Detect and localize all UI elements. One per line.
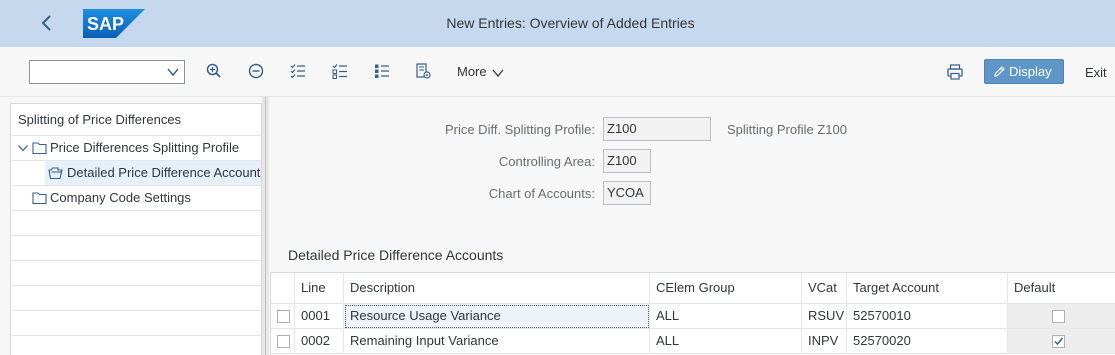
cell-vcat[interactable]: INPV [802,329,847,354]
column-header-vcat[interactable]: VCat [802,273,847,304]
page-title: New Entries: Overview of Added Entries [446,15,695,31]
shell-header: SAP New Entries: Overview of Added Entri… [0,0,1115,47]
zoom-in-icon[interactable] [205,62,223,80]
chevron-down-icon [492,69,504,77]
cell-description[interactable]: Resource Usage Variance [344,304,650,329]
variant-dropdown[interactable] [29,60,185,84]
folder-open-icon [32,142,47,155]
cell-description[interactable]: Remaining Input Variance [344,329,650,354]
tree-item-detailed-accounts[interactable]: Detailed Price Difference Accounts [11,161,261,186]
column-header-line[interactable]: Line [295,273,344,304]
tree-item-splitting-profile[interactable]: Price Differences Splitting Profile [11,136,261,161]
column-header-target-account[interactable]: Target Account [847,273,1008,304]
row-selector[interactable] [271,304,295,329]
cell-default [1008,329,1115,354]
tree-empty-row [11,261,261,286]
cell-target-account[interactable]: 52570010 [847,304,1008,329]
checkmark-icon [1054,337,1064,346]
tree-empty-row [11,236,261,261]
more-label: More [457,64,487,79]
profile-field[interactable]: Z100 [603,117,711,141]
row-selector[interactable] [271,329,295,354]
chart-of-accounts-label: Chart of Accounts: [488,186,595,201]
tree-item-label: Price Differences Splitting Profile [50,140,240,155]
default-checkbox[interactable] [1052,310,1065,323]
accounts-table: Line Description CElem Group VCat Target… [270,272,1115,355]
table-title: Detailed Price Difference Accounts [288,247,504,263]
tree-item-company-code[interactable]: Company Code Settings [11,186,261,211]
row-checkbox[interactable] [277,335,290,348]
cell-celem-group[interactable]: ALL [650,329,802,354]
folder-icon [32,192,47,205]
profile-label: Price Diff. Splitting Profile: [444,122,595,137]
profile-description: Splitting Profile Z100 [727,122,847,137]
cell-default [1008,304,1115,329]
chevron-down-icon[interactable] [166,65,180,79]
column-header-default[interactable]: Default [1008,273,1115,304]
select-all-cell[interactable] [271,273,295,304]
cell-line: 0001 [295,304,344,329]
tree-item-label: Company Code Settings [50,190,191,205]
controlling-area-label: Controlling Area: [498,154,595,169]
collapse-icon[interactable] [247,62,265,80]
tree-empty-row [11,211,261,236]
cell-target-account[interactable]: 52570020 [847,329,1008,354]
settings-icon[interactable] [414,62,432,80]
tree-item-label: Detailed Price Difference Accounts [67,165,261,180]
cell-vcat[interactable]: RSUV [802,304,847,329]
exit-button[interactable]: Exit [1085,65,1107,80]
tree-empty-row [11,286,261,311]
controlling-area-field[interactable]: Z100 [603,149,651,173]
cell-line: 0002 [295,329,344,354]
chevron-down-icon[interactable] [17,142,29,154]
display-label: Display [1009,64,1052,79]
more-menu[interactable]: More [457,64,504,79]
select-all-icon[interactable] [289,62,307,80]
tree-empty-row [11,311,261,336]
list-icon[interactable] [373,62,391,80]
tree-header: Splitting of Price Differences [11,104,261,136]
navigation-tree: Splitting of Price Differences Price Dif… [10,103,262,355]
chart-of-accounts-field[interactable]: YCOA [603,181,651,205]
folder-open-icon [48,167,63,180]
default-checkbox[interactable] [1052,335,1065,348]
toolbar: More Display Exit [0,47,1115,97]
print-icon[interactable] [946,63,964,81]
tree-empty-row [11,336,261,355]
row-checkbox[interactable] [277,310,290,323]
deselect-all-icon[interactable] [331,62,349,80]
column-header-celem-group[interactable]: CElem Group [650,273,802,304]
column-header-description[interactable]: Description [344,273,650,304]
pencil-icon [994,66,1005,77]
display-button[interactable]: Display [984,59,1064,84]
cell-celem-group[interactable]: ALL [650,304,802,329]
